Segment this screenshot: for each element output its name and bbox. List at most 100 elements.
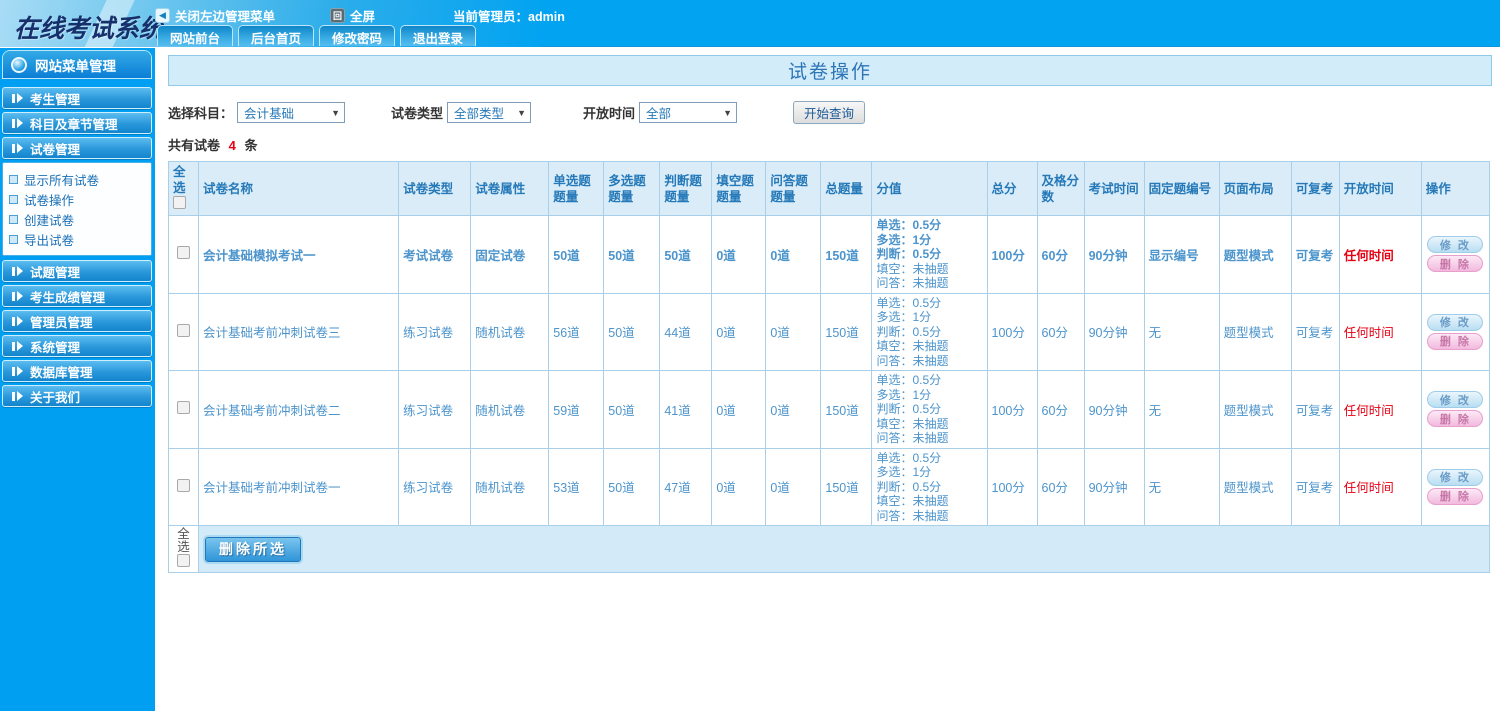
exam-time: 90分钟 [1083,292,1145,371]
paper-attr: 随机试卷 [470,370,550,449]
open-time: 任何时间 [1338,292,1422,371]
col-retake: 可复考 [1290,161,1340,216]
top-bar: 在线考试系统 ◀ 关闭左边管理菜单 回 全屏 当前管理员：admin 网站前台 … [0,0,1500,47]
count-suffix: 条 [244,138,258,153]
open-time-select[interactable]: 全部 ▼ [639,102,738,123]
row-checkbox[interactable] [177,401,190,415]
score-line: 问答：未抽题 [876,276,949,290]
sidebar-item-label: 关于我们 [30,390,81,405]
col-judge-count: 判断题题量 [659,161,713,216]
retake: 可复考 [1290,215,1340,294]
row-checkbox[interactable] [177,246,190,260]
col-total-score: 总分 [986,161,1038,216]
sidebar-item-label: 考生成绩管理 [30,290,106,305]
tab-logout[interactable]: 退出登录 [400,25,477,46]
score-line: 多选：1分 [876,387,932,402]
chevron-down-icon: ▼ [331,107,341,118]
row-actions: 修 改 删 除 [1420,292,1491,371]
square-bullet-icon [9,214,18,224]
subject-select-value: 会计基础 [244,107,295,121]
submenu-export-paper[interactable]: 导出试卷 [9,229,151,249]
delete-button[interactable]: 删 除 [1427,255,1484,273]
close-left-menu-label: 关闭左边管理菜单 [175,9,276,24]
tab-site-front[interactable]: 网站前台 [157,25,234,46]
blank-count: 0道 [711,292,767,371]
row-checkbox[interactable] [177,478,190,492]
row-checkbox[interactable] [177,323,190,337]
sidebar-item-label: 试卷管理 [30,142,81,157]
delete-selected-button[interactable]: 删除所选 [203,534,304,564]
judge-count: 47道 [659,447,713,526]
col-page-layout: 页面布局 [1218,161,1292,216]
sidebar-item-label: 考生管理 [30,92,81,107]
page-layout: 题型模式 [1218,447,1292,526]
qa-count: 0道 [765,292,822,371]
blank-count: 0道 [711,215,767,294]
footer-select-all-checkbox[interactable] [177,554,190,567]
fullscreen-button[interactable]: 回 全屏 [330,6,375,25]
select-all-label: 全选 [173,165,186,195]
close-left-menu-button[interactable]: ◀ 关闭左边管理菜单 [155,6,275,25]
judge-count: 50道 [659,215,713,294]
submenu-show-all-papers[interactable]: 显示所有试卷 [9,169,151,189]
type-filter-label: 试卷类型 [391,106,444,121]
paper-type-select[interactable]: 全部类型 ▼ [447,102,532,123]
retake: 可复考 [1290,370,1340,449]
chevron-down-icon: ▼ [517,107,527,118]
sidebar-item-subject-chapter-mgmt[interactable]: 科目及章节管理 [2,112,152,134]
col-score-values: 分值 [871,161,988,216]
delete-button[interactable]: 删 除 [1427,410,1484,428]
table-row: 会计基础考前冲刺试卷三 练习试卷 随机试卷 56道 50道 44道 0道 0道 … [167,292,1491,371]
sidebar-item-label: 系统管理 [30,340,81,355]
app-logo: 在线考试系统 [14,14,165,43]
score-line: 单选：0.5分 [876,450,942,465]
total-count: 150道 [820,447,873,526]
open-time: 任何时间 [1338,447,1422,526]
sidebar-item-about-us[interactable]: 关于我们 [2,385,152,407]
submenu-paper-operation[interactable]: 试卷操作 [9,189,151,209]
start-query-button[interactable]: 开始查询 [793,101,866,124]
total-score: 100分 [986,370,1038,449]
subject-select[interactable]: 会计基础 ▼ [237,102,346,123]
topbar-controls: ◀ 关闭左边管理菜单 回 全屏 当前管理员：admin [155,6,565,24]
papers-table: 全选 试卷名称 试卷类型 试卷属性 单选题题量 多选题题量 判断题题量 填空题题… [167,161,1491,573]
col-open-time: 开放时间 [1338,161,1422,216]
arrow-icon [12,291,23,301]
multi-count: 50道 [603,447,661,526]
edit-button[interactable]: 修 改 [1427,391,1484,409]
delete-button[interactable]: 删 除 [1427,332,1484,350]
sidebar-item-database-mgmt[interactable]: 数据库管理 [2,360,152,382]
edit-button[interactable]: 修 改 [1427,236,1484,254]
delete-button[interactable]: 删 除 [1427,487,1484,505]
submenu-create-paper[interactable]: 创建试卷 [9,209,151,229]
square-bullet-icon [9,194,18,204]
sidebar-item-admin-mgmt[interactable]: 管理员管理 [2,310,152,332]
paper-type: 练习试卷 [398,447,472,526]
edit-button[interactable]: 修 改 [1427,313,1484,331]
score-line: 填空：未抽题 [876,261,949,276]
paper-attr: 随机试卷 [470,447,550,526]
score-line: 判断：0.5分 [876,247,942,261]
subject-filter-label: 选择科目： [168,106,234,121]
tab-change-password[interactable]: 修改密码 [319,25,396,46]
sidebar-item-system-mgmt[interactable]: 系统管理 [2,335,152,357]
col-pass-score: 及格分数 [1036,161,1085,216]
sidebar-item-question-mgmt[interactable]: 试题管理 [2,260,152,282]
select-all-header: 全选 [167,161,200,216]
qa-count: 0道 [765,447,822,526]
judge-count: 44道 [659,292,713,371]
sidebar-item-paper-mgmt[interactable]: 试卷管理 [2,137,152,159]
select-all-checkbox[interactable] [173,196,186,209]
score-line: 多选：1分 [876,465,932,479]
pass-score: 60分 [1036,370,1085,449]
edit-button[interactable]: 修 改 [1427,468,1484,486]
row-actions: 修 改 删 除 [1420,370,1491,449]
arrow-icon [12,118,23,128]
paper-name: 会计基础考前冲刺试卷二 [198,370,400,449]
tab-admin-home[interactable]: 后台首页 [238,25,315,46]
multi-count: 50道 [603,292,661,371]
table-row: 会计基础考前冲刺试卷一 练习试卷 随机试卷 53道 50道 47道 0道 0道 … [167,447,1491,526]
sidebar-item-examinee-mgmt[interactable]: 考生管理 [2,87,152,109]
sidebar-item-label: 科目及章节管理 [30,117,118,132]
sidebar-item-score-mgmt[interactable]: 考生成绩管理 [2,285,152,307]
